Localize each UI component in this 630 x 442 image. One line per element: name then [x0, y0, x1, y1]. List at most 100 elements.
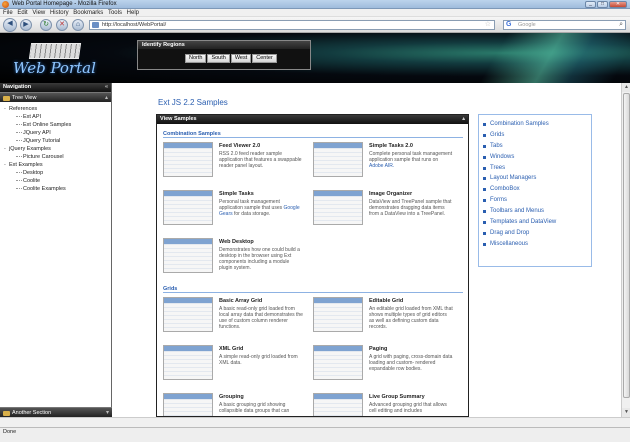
tree-node-label[interactable]: JQuery Tutorial [23, 138, 60, 144]
vertical-scrollbar[interactable]: ▲ ▼ [621, 83, 630, 417]
sample-thumbnail[interactable] [163, 393, 213, 416]
category-link[interactable]: Windows [479, 152, 591, 163]
bookmark-star-icon[interactable]: ☆ [485, 21, 491, 29]
sample-item[interactable]: Image Organizer DataView and TreePanel sa… [313, 190, 453, 230]
category-label[interactable]: ComboBox [490, 186, 520, 192]
category-link[interactable]: Combination Samples [479, 119, 591, 130]
west-button[interactable]: West [230, 54, 252, 63]
horizontal-scrollbar[interactable] [0, 417, 630, 427]
category-label[interactable]: Layout Managers [490, 175, 536, 181]
sample-thumbnail[interactable] [313, 393, 363, 416]
back-arrow-icon[interactable]: ◀ [3, 18, 17, 32]
reload-icon[interactable]: ↻ [40, 19, 52, 31]
category-label[interactable]: Trees [490, 165, 505, 171]
sample-item[interactable]: Simple Tasks Personal task management app… [163, 190, 303, 230]
category-label[interactable]: Drag and Drop [490, 230, 529, 236]
sample-thumbnail[interactable] [313, 190, 363, 225]
sample-thumbnail[interactable] [163, 345, 213, 380]
tree-node[interactable]: JQuery API [2, 129, 111, 137]
collapse-left-icon[interactable]: « [105, 83, 108, 92]
category-label[interactable]: Windows [490, 154, 514, 160]
sample-thumbnail[interactable] [163, 297, 213, 332]
sample-item[interactable]: Feed Viewer 2.0 RSS 2.0 feed reader sampl… [163, 142, 303, 182]
tree-node-label[interactable]: JQuery API [23, 130, 51, 136]
sample-name[interactable]: Simple Tasks 2.0 [369, 143, 413, 149]
sample-name[interactable]: Grouping [219, 394, 244, 400]
sample-item[interactable]: Grouping A basic grouping grid showing co… [163, 393, 303, 416]
sample-group-title[interactable]: Grids [163, 285, 463, 293]
category-label[interactable]: Tabs [490, 143, 503, 149]
category-link[interactable]: Toolbars and Menus [479, 206, 591, 217]
sample-name[interactable]: Paging [369, 346, 387, 352]
menu-edit[interactable]: Edit [17, 9, 27, 17]
tree-node[interactable]: Coolite Examples [2, 185, 111, 193]
tree-node[interactable]: - jQuery Examples [2, 145, 111, 153]
tree-node[interactable]: Picture Carousel [2, 153, 111, 161]
tree-node-label[interactable]: jQuery Examples [9, 146, 51, 152]
sample-name[interactable]: XML Grid [219, 346, 243, 352]
menu-help[interactable]: Help [127, 9, 139, 17]
sample-group-title[interactable]: Combination Samples [163, 130, 463, 138]
sample-thumbnail[interactable] [163, 142, 213, 177]
category-link[interactable]: Templates and DataView [479, 217, 591, 228]
sample-thumbnail[interactable] [313, 345, 363, 380]
tree-node[interactable]: - Ext Examples [2, 161, 111, 169]
category-link[interactable]: Tabs [479, 141, 591, 152]
sample-name[interactable]: Image Organizer [369, 191, 412, 197]
menu-tools[interactable]: Tools [108, 9, 122, 17]
sample-thumbnail[interactable] [313, 297, 363, 332]
menu-view[interactable]: View [32, 9, 45, 17]
tree-node[interactable]: JQuery Tutorial [2, 137, 111, 145]
collapse-toggle-icon[interactable]: ▴ [105, 93, 108, 103]
tree-node-label[interactable]: Picture Carousel [23, 154, 64, 160]
scrollbar-thumb[interactable] [623, 93, 630, 398]
tree-node-label[interactable]: Ext Online Samples [23, 122, 71, 128]
tree-node-label[interactable]: Desktop [23, 170, 43, 176]
scroll-down-icon[interactable]: ▼ [622, 408, 630, 417]
sample-name[interactable]: Live Group Summary [369, 394, 425, 400]
category-label[interactable]: Forms [490, 197, 507, 203]
tree-node-label[interactable]: Coolite [23, 178, 40, 184]
category-label[interactable]: Toolbars and Menus [490, 208, 544, 214]
tree-node-label[interactable]: Ext API [23, 114, 41, 120]
tree-node[interactable]: Ext Online Samples [2, 121, 111, 129]
tree-node-label[interactable]: References [9, 106, 37, 112]
category-link[interactable]: Forms [479, 195, 591, 206]
sample-link[interactable]: Adobe AIR. [369, 163, 394, 169]
category-label[interactable]: Miscellaneous [490, 241, 528, 247]
sample-name[interactable]: Editable Grid [369, 298, 403, 304]
sample-thumbnail[interactable] [163, 190, 213, 225]
tree-node[interactable]: Coolite [2, 177, 111, 185]
category-link[interactable]: Grids [479, 130, 591, 141]
close-window-button[interactable]: ✕ [609, 1, 627, 8]
tree-node-label[interactable]: Coolite Examples [23, 186, 66, 192]
search-input[interactable]: G Google ⌕ [503, 20, 626, 30]
menu-file[interactable]: File [3, 9, 13, 17]
scroll-up-icon[interactable]: ▲ [622, 83, 630, 92]
sample-name[interactable]: Feed Viewer 2.0 [219, 143, 260, 149]
sample-thumbnail[interactable] [313, 142, 363, 177]
stop-icon[interactable]: ✕ [56, 19, 68, 31]
minimize-button[interactable]: _ [585, 1, 596, 8]
sample-name[interactable]: Basic Array Grid [219, 298, 262, 304]
sample-item[interactable]: Simple Tasks 2.0 Complete personal task m… [313, 142, 453, 182]
sample-name[interactable]: Web Desktop [219, 239, 254, 245]
url-bar[interactable]: http://localhost/WebPortal/ ☆ [89, 20, 495, 30]
sample-name[interactable]: Simple Tasks [219, 191, 254, 197]
sample-item[interactable]: Basic Array Grid A basic read-only grid l… [163, 297, 303, 337]
category-label[interactable]: Combination Samples [490, 121, 549, 127]
menu-bookmarks[interactable]: Bookmarks [73, 9, 103, 17]
category-label[interactable]: Grids [490, 132, 504, 138]
category-link[interactable]: ComboBox [479, 184, 591, 195]
sample-item[interactable]: XML Grid A simple read-only grid loaded f… [163, 345, 303, 385]
north-button[interactable]: North [185, 54, 207, 63]
tree-view-header[interactable]: Tree View ▴ [0, 92, 111, 102]
another-section-header[interactable]: Another Section ▾ [0, 407, 112, 417]
tree-node[interactable]: Ext API [2, 113, 111, 121]
tree-node[interactable]: Desktop [2, 169, 111, 177]
sample-item[interactable]: Editable Grid An editable grid loaded fro… [313, 297, 453, 337]
category-link[interactable]: Miscellaneous [479, 239, 591, 250]
tree-node[interactable]: - References [2, 105, 111, 113]
maximize-button[interactable]: □ [597, 1, 608, 8]
sample-thumbnail[interactable] [163, 238, 213, 273]
